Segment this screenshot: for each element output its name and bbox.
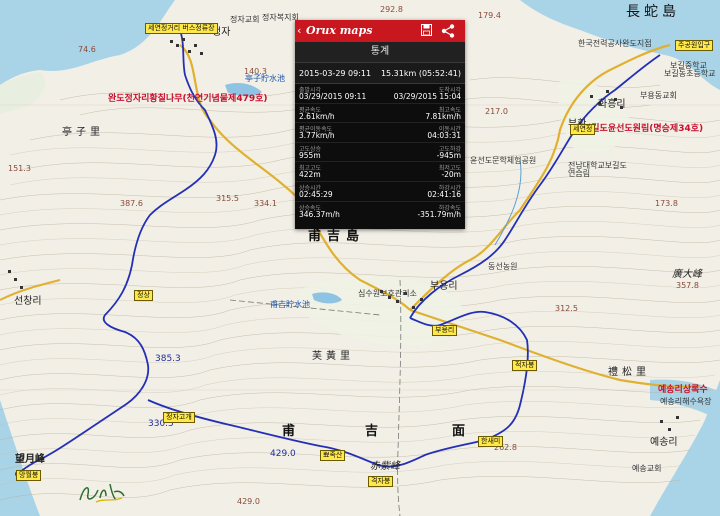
stat-value: -20m	[441, 170, 461, 180]
stat-value: 02:41:16	[427, 189, 461, 199]
elevation-label: 217.0	[485, 107, 508, 116]
place-label: 정자교회	[230, 15, 260, 24]
stat-value: 02:45:29	[299, 189, 333, 199]
stat-value: 03/29/2015 15:04	[393, 92, 461, 101]
distance-time: 15.31km (05:52:41)	[380, 69, 461, 78]
elevation-label: 292.8	[380, 5, 403, 14]
stat-row: 상승시간 02:45:29 하강시간 02:41:16	[295, 182, 465, 202]
stat-row: 고도상승 955m 고도하강 -945m	[295, 143, 465, 163]
place-label: 정자복지회	[262, 13, 299, 22]
trail-sign[interactable]: 한새미	[478, 436, 504, 447]
elevation-label: 334.1	[254, 199, 277, 208]
stat-value: 03/29/2015 09:11	[299, 92, 367, 101]
place-label: 동선농원	[488, 262, 518, 271]
trail-sign[interactable]: 정상	[134, 290, 153, 301]
elevation-label: 151.3	[8, 164, 31, 173]
place-label: 한국전력공사완도지점	[578, 39, 652, 48]
map-view[interactable]: 長蛇島 甫吉島 芙黃里 甫 吉 面 亭子里 禮松里 정자 정자교회 정자복지회 …	[0, 0, 720, 516]
stat-value: 422m	[299, 170, 321, 180]
stat-value: -945m	[436, 150, 461, 160]
place-label: 부용리	[430, 281, 458, 292]
reservoir-label: 甫吉貯水池	[270, 300, 310, 309]
stat-value: 7.81km/h	[425, 111, 461, 121]
region-label: 吉	[365, 424, 385, 439]
region-label: 禮松里	[608, 367, 650, 378]
elevation-label: 387.6	[120, 199, 143, 208]
place-label: 화흥리	[598, 99, 626, 110]
region-label: 面	[452, 424, 472, 439]
peak-label: 廣大峰	[672, 269, 702, 280]
elevation-label: 312.5	[555, 304, 578, 313]
elevation-label: 74.6	[78, 45, 96, 54]
trail-sign[interactable]: 정자고개	[163, 412, 195, 423]
stat-value: 955m	[299, 150, 321, 160]
region-label: 亭子里	[62, 127, 104, 138]
region-label: 甫	[282, 424, 302, 439]
summary-row: 2015-03-29 09:11 15.31km (05:52:41)	[295, 63, 465, 84]
elevation-label: 179.4	[478, 11, 501, 20]
place-label: 부용동교회	[640, 91, 677, 100]
place-label: 심수원보호관리소	[358, 289, 417, 298]
stat-row: 평균속도 2.61km/h 최고속도 7.81km/h	[295, 104, 465, 124]
trail-sign[interactable]: 부용리	[432, 325, 458, 336]
place-label: 선창리	[14, 296, 42, 307]
stat-value: 2.61km/h	[299, 111, 335, 121]
save-icon[interactable]	[421, 24, 432, 36]
stat-value: 04:03:31	[427, 131, 461, 141]
stats-grid: 출발시각 03/29/2015 09:11 도착시각 03/29/2015 15…	[295, 84, 465, 220]
trail-sign[interactable]: 적자봉	[512, 360, 538, 371]
trail-sign[interactable]: 주공원입구	[675, 40, 714, 51]
share-icon[interactable]	[441, 24, 455, 38]
panel-header: ‹ Orux maps	[295, 20, 465, 42]
stat-row: 출발시각 03/29/2015 09:11 도착시각 03/29/2015 15…	[295, 84, 465, 104]
place-label: 윤선도문학체험공원	[470, 156, 537, 165]
landmark-label: 보길도윤선도원림(명승제34호)	[583, 124, 704, 134]
reservoir-label: 亭子貯水池	[245, 74, 285, 83]
stat-value: -351.79m/h	[417, 209, 461, 219]
elevation-label: 140.3	[244, 67, 267, 76]
stat-value: 346.37m/h	[299, 209, 340, 219]
place-label: 전남대학교보길도연습림	[568, 161, 627, 178]
signature-logo	[79, 483, 125, 503]
landmark-label: 완도정자리황칠나무(천연기념물제479호)	[108, 94, 268, 104]
elevation-label: 429.0	[237, 497, 260, 506]
region-label: 甫吉島	[308, 229, 366, 244]
peak-label: 望月峰	[15, 454, 45, 465]
trail-sign[interactable]: 격자봉	[368, 476, 394, 487]
stat-row: 상승속도 346.37m/h 하강속도 -351.79m/h	[295, 202, 465, 221]
elevation-label: 315.5	[216, 194, 239, 203]
region-label: 芙黃里	[312, 351, 354, 362]
start-datetime: 2015-03-29 09:11	[299, 69, 372, 78]
trail-sign[interactable]: 망월봉	[16, 470, 42, 481]
statistics-panel: ‹ Orux maps 통계 2015-03-29 09:11 15.31km …	[295, 20, 465, 229]
place-label: 예송리	[650, 437, 678, 448]
island-name-label: 長蛇島	[626, 4, 680, 20]
app-brand: Orux maps	[306, 24, 373, 37]
landmark-label: 예송리상록수	[658, 385, 708, 395]
trail-sign[interactable]: 세연정	[570, 124, 596, 135]
place-label: 예송리해수욕장	[660, 397, 712, 406]
panel-title: 통계	[295, 42, 465, 63]
peak-label: 赤紫峰	[370, 461, 400, 472]
place-label: 보길동초등학교	[664, 69, 716, 78]
trail-sign[interactable]: 세연정거리 버스정류장	[145, 23, 218, 34]
stat-value: 3.77km/h	[299, 131, 335, 141]
route-elevation-label: 385.3	[155, 354, 181, 364]
trail-sign[interactable]: 뾰족산	[320, 450, 346, 461]
elevation-label: 173.8	[655, 199, 678, 208]
back-icon[interactable]: ‹	[297, 24, 301, 37]
stat-row: 평균이동속도 3.77km/h 이동시간 04:03:31	[295, 123, 465, 143]
route-elevation-label: 429.0	[270, 449, 296, 459]
stat-row: 최고고도 422m 최저고도 -20m	[295, 162, 465, 182]
place-label: 예송교회	[632, 464, 662, 473]
elevation-label: 357.8	[676, 281, 699, 290]
